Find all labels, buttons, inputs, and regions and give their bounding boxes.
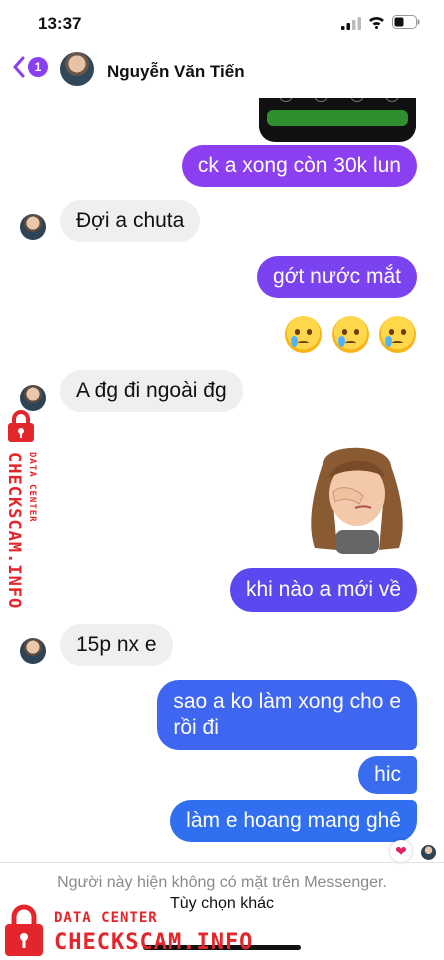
crying-face-icon [379, 316, 416, 353]
footer-divider [0, 862, 444, 863]
lock-icon [5, 904, 43, 956]
back-button[interactable]: 1 [12, 56, 48, 78]
message-bubble-in[interactable]: A đg đi ngoài đg [60, 370, 243, 412]
seen-avatar [421, 845, 436, 860]
bottom-watermark: DATA CENTER CHECKSCAM.INFO [0, 900, 300, 960]
heart-reaction-icon[interactable]: ❤ [390, 840, 412, 862]
message-bubble-out[interactable]: ck a xong còn 30k lun [181, 145, 417, 187]
message-bubble-in[interactable]: 15p nx e [60, 624, 173, 666]
message-bubble-out[interactable]: hic [358, 756, 417, 794]
status-bar: 13:37 [0, 0, 444, 46]
crying-face-icon [285, 316, 322, 353]
watermark-text-small: DATA CENTER [27, 452, 37, 523]
battery-icon [392, 15, 420, 29]
emoji-row[interactable] [285, 316, 416, 353]
wifi-icon [369, 17, 384, 29]
unavailable-notice: Người này hiện không có mặt trên Messeng… [57, 874, 387, 891]
unread-count-badge: 1 [28, 57, 48, 77]
crying-face-icon [332, 316, 369, 353]
message-bubble-out-multiline[interactable]: sao a ko làm xong cho e rồi đi [157, 680, 417, 750]
message-bubble-in[interactable]: Đợi a chuta [60, 200, 201, 242]
contact-name[interactable]: Nguyễn Văn Tiến [107, 62, 245, 82]
chevron-left-icon [13, 56, 25, 78]
status-time: 13:37 [38, 14, 82, 33]
signal-icon [341, 17, 361, 30]
message-line: rồi đi [173, 716, 219, 739]
watermark-text-big: CHECKSCAM.INFO [4, 452, 24, 610]
message-bubble-out[interactable]: gớt nước mắt [257, 256, 417, 298]
sender-avatar [20, 214, 46, 240]
crying-girl-sticker[interactable] [303, 444, 409, 554]
message-line: sao a ko làm xong cho e [173, 690, 401, 713]
watermark-text-small: DATA CENTER [54, 910, 158, 926]
screenshot-green-bar [267, 110, 408, 126]
conversation-header: 1 Nguyễn Văn Tiến [0, 46, 444, 98]
contact-avatar[interactable] [60, 52, 94, 86]
lock-icon [8, 410, 34, 442]
side-watermark: CHECKSCAM.INFO DATA CENTER [2, 408, 42, 623]
sender-avatar [20, 638, 46, 664]
watermark-text-big: CHECKSCAM.INFO [54, 930, 254, 955]
message-bubble-out[interactable]: làm e hoang mang ghê [170, 800, 417, 842]
message-bubble-out[interactable]: khi nào a mới về [229, 568, 417, 612]
